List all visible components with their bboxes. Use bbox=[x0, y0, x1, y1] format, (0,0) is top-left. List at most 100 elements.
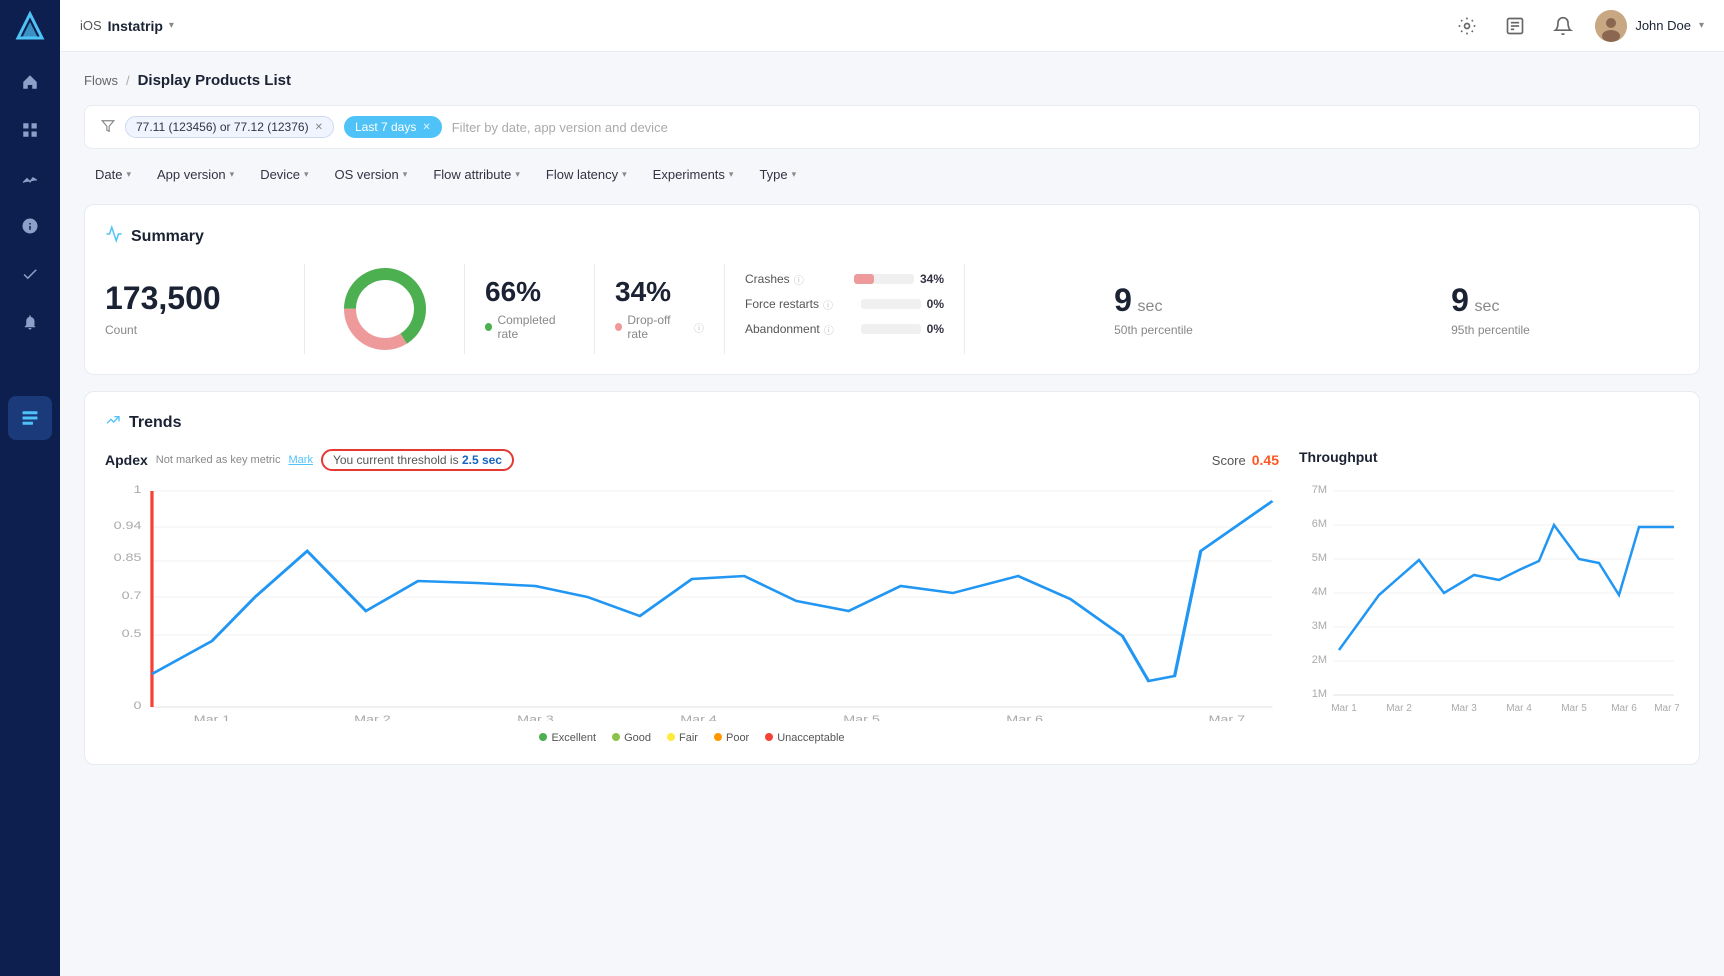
threshold-value: 2.5 sec bbox=[462, 453, 502, 467]
svg-text:0.94: 0.94 bbox=[114, 519, 142, 532]
sidebar-item-home[interactable] bbox=[8, 60, 52, 104]
date-filter-tag[interactable]: Last 7 days ✕ bbox=[344, 116, 442, 138]
sidebar-item-checks[interactable] bbox=[8, 252, 52, 296]
dropoff-rate-metric: 34% Drop-off rate ⓘ bbox=[595, 264, 725, 354]
svg-text:Mar 2: Mar 2 bbox=[354, 713, 391, 721]
svg-text:1M: 1M bbox=[1312, 688, 1327, 700]
svg-text:Mar 7: Mar 7 bbox=[1209, 713, 1246, 721]
crashes-label: Crashes ⓘ bbox=[745, 272, 804, 287]
force-restarts-label: Force restarts ⓘ bbox=[745, 297, 833, 312]
version-filter-close[interactable]: ✕ bbox=[315, 122, 323, 133]
p50-label: 50th percentile bbox=[1114, 323, 1193, 337]
svg-text:Mar 1: Mar 1 bbox=[1331, 703, 1357, 714]
crashes-info-icon[interactable]: ⓘ bbox=[794, 272, 804, 287]
metrics-section: Crashes ⓘ 34% Fo bbox=[725, 264, 965, 354]
trends-grid: Apdex Not marked as key metric Mark You … bbox=[105, 449, 1679, 744]
svg-text:Mar 5: Mar 5 bbox=[1561, 703, 1587, 714]
crashes-metric: Crashes ⓘ 34% bbox=[745, 272, 944, 287]
svg-text:Mar 6: Mar 6 bbox=[1006, 713, 1043, 721]
force-restarts-value: 0% bbox=[927, 297, 944, 311]
svg-text:Mar 5: Mar 5 bbox=[843, 713, 880, 721]
app-selector-chevron: ▾ bbox=[169, 20, 174, 31]
filter-bar: 77.11 (123456) or 77.12 (12376) ✕ Last 7… bbox=[84, 105, 1700, 149]
filter-icon bbox=[101, 119, 115, 136]
percentiles-section: 9 sec 50th percentile 9 sec 95th percent… bbox=[965, 264, 1679, 354]
date-filter-close[interactable]: ✕ bbox=[422, 122, 430, 133]
force-restarts-metric: Force restarts ⓘ 0% bbox=[745, 297, 944, 312]
dropdown-toolbar: Date ▾ App version ▾ Device ▾ OS version… bbox=[84, 161, 1700, 188]
breadcrumb-parent[interactable]: Flows bbox=[84, 73, 118, 88]
experiments-dropdown[interactable]: Experiments ▾ bbox=[642, 161, 745, 188]
svg-text:Mar 6: Mar 6 bbox=[1611, 703, 1637, 714]
summary-title: Summary bbox=[131, 228, 204, 246]
crashes-value: 34% bbox=[920, 272, 944, 286]
throughput-panel: Throughput 7M 6M 5M 4M 3M 2M 1 bbox=[1299, 449, 1679, 744]
throughput-chart: 7M 6M 5M 4M 3M 2M 1M bbox=[1299, 475, 1679, 718]
p95-metric: 9 sec 95th percentile bbox=[1451, 282, 1530, 337]
sidebar-item-alerts[interactable] bbox=[8, 204, 52, 248]
version-filter-tag[interactable]: 77.11 (123456) or 77.12 (12376) ✕ bbox=[125, 116, 334, 138]
svg-text:5M: 5M bbox=[1312, 552, 1327, 564]
svg-text:Mar 3: Mar 3 bbox=[1451, 703, 1477, 714]
app-name-label: Instatrip bbox=[108, 18, 163, 34]
sidebar-logo bbox=[0, 0, 60, 52]
p50-value: 9 bbox=[1114, 282, 1132, 318]
notes-icon[interactable] bbox=[1499, 10, 1531, 42]
os-version-dropdown[interactable]: OS version ▾ bbox=[323, 161, 418, 188]
completed-dot bbox=[485, 323, 492, 331]
svg-text:Mar 4: Mar 4 bbox=[1506, 703, 1532, 714]
sidebar-item-notifications[interactable] bbox=[8, 300, 52, 344]
trends-header: Trends bbox=[105, 412, 1679, 433]
flow-latency-dropdown[interactable]: Flow latency ▾ bbox=[535, 161, 638, 188]
apdex-title: Apdex bbox=[105, 452, 148, 468]
date-dropdown[interactable]: Date ▾ bbox=[84, 161, 142, 188]
apdex-mark-link[interactable]: Mark bbox=[289, 454, 313, 466]
count-label: Count bbox=[105, 323, 284, 337]
sidebar-item-analytics[interactable] bbox=[8, 156, 52, 200]
p50-value-wrap: 9 sec bbox=[1114, 282, 1193, 319]
settings-icon[interactable] bbox=[1451, 10, 1483, 42]
summary-card: Summary 173,500 Count bbox=[84, 204, 1700, 375]
svg-text:0: 0 bbox=[134, 699, 142, 712]
apdex-svg: 1 0.94 0.85 0.7 0.5 0 bbox=[105, 481, 1279, 721]
p95-value: 9 bbox=[1451, 282, 1469, 318]
user-menu[interactable]: John Doe ▾ bbox=[1595, 10, 1704, 42]
flow-attribute-dropdown[interactable]: Flow attribute ▾ bbox=[422, 161, 531, 188]
trends-card: Trends Apdex Not marked as key metric Ma… bbox=[84, 391, 1700, 765]
nav-left: iOS Instatrip ▾ bbox=[80, 18, 174, 34]
app-selector[interactable]: iOS Instatrip ▾ bbox=[80, 18, 174, 34]
type-dropdown[interactable]: Type ▾ bbox=[748, 161, 807, 188]
legend-excellent: Excellent bbox=[539, 732, 596, 744]
device-dropdown[interactable]: Device ▾ bbox=[249, 161, 319, 188]
svg-text:2M: 2M bbox=[1312, 654, 1327, 666]
apdex-chart: 1 0.94 0.85 0.7 0.5 0 bbox=[105, 481, 1279, 724]
abandonment-label: Abandonment ⓘ bbox=[745, 322, 834, 337]
score-value: 0.45 bbox=[1252, 452, 1279, 468]
p50-unit: sec bbox=[1138, 298, 1163, 315]
completed-rate-value: 66% bbox=[485, 277, 541, 308]
p95-value-wrap: 9 sec bbox=[1451, 282, 1530, 319]
sidebar-item-reports[interactable] bbox=[8, 108, 52, 152]
version-filter-value: 77.11 (123456) or 77.12 (12376) bbox=[136, 120, 309, 134]
platform-label: iOS bbox=[80, 18, 102, 33]
abandonment-metric: Abandonment ⓘ 0% bbox=[745, 322, 944, 337]
force-restarts-info-icon[interactable]: ⓘ bbox=[823, 297, 833, 312]
abandonment-info-icon[interactable]: ⓘ bbox=[824, 322, 834, 337]
bell-icon[interactable] bbox=[1547, 10, 1579, 42]
avatar bbox=[1595, 10, 1627, 42]
sidebar-item-flows[interactable] bbox=[8, 396, 52, 440]
trends-icon bbox=[105, 412, 121, 433]
throughput-title: Throughput bbox=[1299, 449, 1378, 465]
throughput-svg: 7M 6M 5M 4M 3M 2M 1M bbox=[1299, 475, 1679, 715]
nav-right: John Doe ▾ bbox=[1451, 10, 1704, 42]
sidebar-item-sessions[interactable] bbox=[8, 348, 52, 392]
app-version-dropdown[interactable]: App version ▾ bbox=[146, 161, 245, 188]
trends-title: Trends bbox=[129, 414, 181, 432]
svg-text:6M: 6M bbox=[1312, 518, 1327, 530]
svg-text:4M: 4M bbox=[1312, 586, 1327, 598]
legend-good: Good bbox=[612, 732, 651, 744]
dropoff-info-icon[interactable]: ⓘ bbox=[694, 320, 704, 335]
crashes-value-wrap: 34% bbox=[854, 272, 944, 286]
svg-text:Mar 3: Mar 3 bbox=[517, 713, 554, 721]
donut-svg bbox=[340, 264, 430, 354]
